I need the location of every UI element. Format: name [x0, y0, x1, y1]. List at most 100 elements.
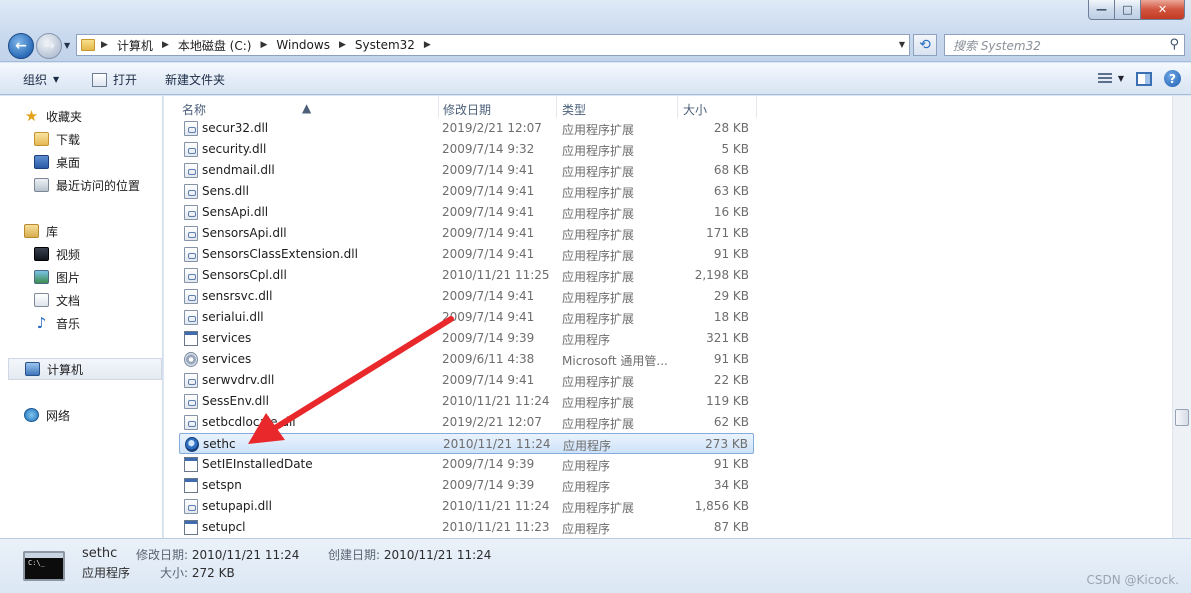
file-row[interactable]: setupapi.dll 2010/11/21 11:24 应用程序扩展 1,856 … — [179, 496, 754, 517]
file-row[interactable]: sendmail.dll 2009/7/14 9:41 应用程序扩展 68 KB — [179, 160, 754, 181]
chevron-right-icon[interactable]: ▶ — [101, 40, 108, 50]
file-size: 63 KB — [713, 184, 749, 198]
file-row[interactable]: setupcl 2010/11/21 11:23 应用程序 87 KB — [179, 517, 754, 538]
file-row[interactable]: Sens.dll 2009/7/14 9:41 应用程序扩展 63 KB — [179, 181, 754, 202]
nav-item-desktop[interactable]: 桌面 — [34, 152, 80, 172]
nav-favorites[interactable]: ★ 收藏夹 — [24, 106, 82, 126]
file-type: 应用程序扩展 — [562, 228, 635, 242]
file-name: setupapi.dll — [202, 499, 272, 513]
file-row[interactable]: SessEnv.dll 2010/11/21 11:24 应用程序扩展 119 KB — [179, 391, 754, 412]
file-size: 321 KB — [706, 331, 749, 345]
dll-icon — [184, 121, 198, 136]
file-name: sethc — [203, 437, 236, 451]
file-row-selected[interactable]: sethc 2010/11/21 11:24 应用程序 273 KB — [179, 433, 754, 454]
column-header-size[interactable]: 大小 — [683, 101, 707, 118]
help-icon[interactable]: ? — [1164, 70, 1181, 87]
search-input[interactable]: 搜索 System32 ⚲ — [944, 34, 1185, 56]
chevron-right-icon[interactable]: ▶ — [339, 40, 346, 50]
file-row[interactable]: serialui.dll 2009/7/14 9:41 应用程序扩展 18 KB — [179, 307, 754, 328]
file-row[interactable]: SensorsApi.dll 2009/7/14 9:41 应用程序扩展 171 KB — [179, 223, 754, 244]
breadcrumb-computer[interactable]: 计算机 — [117, 37, 153, 54]
dll-icon — [184, 310, 198, 325]
cmd-window-icon: C:\_ — [23, 551, 65, 581]
vertical-scrollbar[interactable] — [1172, 96, 1191, 538]
file-row[interactable]: SensorsCpl.dll 2010/11/21 11:25 应用程序扩展 2,19… — [179, 265, 754, 286]
breadcrumb-local-disk[interactable]: 本地磁盘 (C:) — [178, 37, 252, 54]
file-row[interactable]: setspn 2009/7/14 9:39 应用程序 34 KB — [179, 475, 754, 496]
file-row[interactable]: services 2009/6/11 4:38 Microsoft 通用管... 91… — [179, 349, 754, 370]
nav-item-music[interactable]: ♪ 音乐 — [34, 313, 80, 333]
file-row[interactable]: secur32.dll 2019/2/21 12:07 应用程序扩展 28 KB — [179, 118, 754, 139]
open-button[interactable]: 打开 — [92, 71, 137, 88]
file-row[interactable]: services 2009/7/14 9:39 应用程序 321 KB — [179, 328, 754, 349]
preview-pane-icon[interactable] — [1136, 71, 1152, 86]
column-header-type[interactable]: 类型 — [562, 101, 586, 118]
nav-item-videos[interactable]: 视频 — [34, 244, 80, 264]
search-icon[interactable]: ⚲ — [1169, 37, 1179, 52]
nav-item-pictures[interactable]: 图片 — [34, 267, 80, 287]
nav-network-label: 网络 — [46, 408, 71, 423]
nav-network[interactable]: 网络 — [24, 405, 70, 425]
file-modified: 2010/11/21 11:24 — [442, 499, 550, 513]
file-modified: 2009/7/14 9:39 — [442, 457, 535, 471]
forward-button[interactable]: → — [36, 33, 62, 59]
minimize-button[interactable]: — — [1088, 0, 1115, 20]
column-divider[interactable] — [756, 96, 757, 118]
recent-pages-dropdown[interactable]: ▼ — [64, 41, 70, 50]
file-row[interactable]: SetIEInstalledDate 2009/7/14 9:39 应用程序 91 K… — [179, 454, 754, 475]
maximize-button[interactable]: □ — [1115, 0, 1141, 20]
back-button[interactable]: ← — [8, 33, 34, 59]
nav-item-recent[interactable]: 最近访问的位置 — [34, 175, 140, 195]
dll-icon — [184, 226, 198, 241]
file-modified: 2009/7/14 9:41 — [442, 373, 535, 387]
breadcrumb-windows[interactable]: Windows — [276, 38, 330, 52]
column-divider[interactable] — [556, 96, 557, 118]
view-list-icon[interactable] — [1097, 72, 1112, 85]
dll-icon — [184, 394, 198, 409]
file-type: 应用程序扩展 — [562, 165, 635, 179]
column-header-modified[interactable]: 修改日期 — [443, 101, 491, 118]
chevron-right-icon[interactable]: ▶ — [424, 40, 431, 50]
file-row[interactable]: serwvdrv.dll 2009/7/14 9:41 应用程序扩展 22 KB — [179, 370, 754, 391]
organize-button[interactable]: 组织 ▼ — [23, 71, 59, 88]
refresh-button[interactable]: ⟲ — [913, 34, 937, 56]
column-header-name[interactable]: 名称 — [182, 101, 206, 118]
file-modified: 2009/7/14 9:41 — [442, 247, 535, 261]
file-row[interactable]: setbcdlocale.dll 2019/2/21 12:07 应用程序扩展 62 … — [179, 412, 754, 433]
file-size: 68 KB — [713, 163, 749, 177]
file-modified: 2009/7/14 9:39 — [442, 478, 535, 492]
new-folder-button[interactable]: 新建文件夹 — [165, 71, 225, 88]
close-button[interactable]: ✕ — [1141, 0, 1185, 20]
file-size: 18 KB — [713, 310, 749, 324]
file-row[interactable]: security.dll 2009/7/14 9:32 应用程序扩展 5 KB — [179, 139, 754, 160]
column-divider[interactable] — [438, 96, 439, 118]
column-divider[interactable] — [677, 96, 678, 118]
file-row[interactable]: sensrsvc.dll 2009/7/14 9:41 应用程序扩展 29 KB — [179, 286, 754, 307]
thumb-text: C:\_ — [28, 559, 45, 567]
nav-libraries[interactable]: 库 — [24, 221, 58, 241]
file-row[interactable]: SensorsClassExtension.dll 2009/7/14 9:41 应… — [179, 244, 754, 265]
nav-computer[interactable]: 计算机 — [8, 358, 162, 380]
details-pane: C:\_ sethc 应用程序 修改日期: 2010/11/21 11:24 创… — [0, 538, 1191, 593]
scrollbar-thumb[interactable] — [1175, 409, 1189, 426]
address-dropdown-icon[interactable]: ▼ — [899, 40, 905, 49]
chevron-right-icon[interactable]: ▶ — [260, 40, 267, 50]
chevron-right-icon[interactable]: ▶ — [162, 40, 169, 50]
breadcrumb-system32[interactable]: System32 — [355, 38, 415, 52]
file-type: 应用程序 — [563, 439, 612, 453]
sort-ascending-icon: ▲ — [302, 101, 312, 115]
address-bar[interactable]: ▶ 计算机 ▶ 本地磁盘 (C:) ▶ Windows ▶ System32 ▶… — [76, 34, 910, 56]
file-row[interactable]: SensApi.dll 2009/7/14 9:41 应用程序扩展 16 KB — [179, 202, 754, 223]
file-modified: 2009/7/14 9:39 — [442, 331, 535, 345]
dll-icon — [184, 142, 198, 157]
dll-icon — [184, 499, 198, 514]
nav-favorites-label: 收藏夹 — [46, 109, 83, 124]
exe-icon — [184, 478, 198, 493]
nav-item-downloads[interactable]: 下载 — [34, 129, 80, 149]
sethc-icon — [185, 437, 199, 452]
nav-item-documents[interactable]: 文档 — [34, 290, 80, 310]
file-modified: 2019/2/21 12:07 — [442, 121, 542, 135]
chevron-down-icon[interactable]: ▼ — [1118, 74, 1124, 83]
computer-icon — [25, 362, 40, 376]
file-name: SensorsApi.dll — [202, 226, 287, 240]
